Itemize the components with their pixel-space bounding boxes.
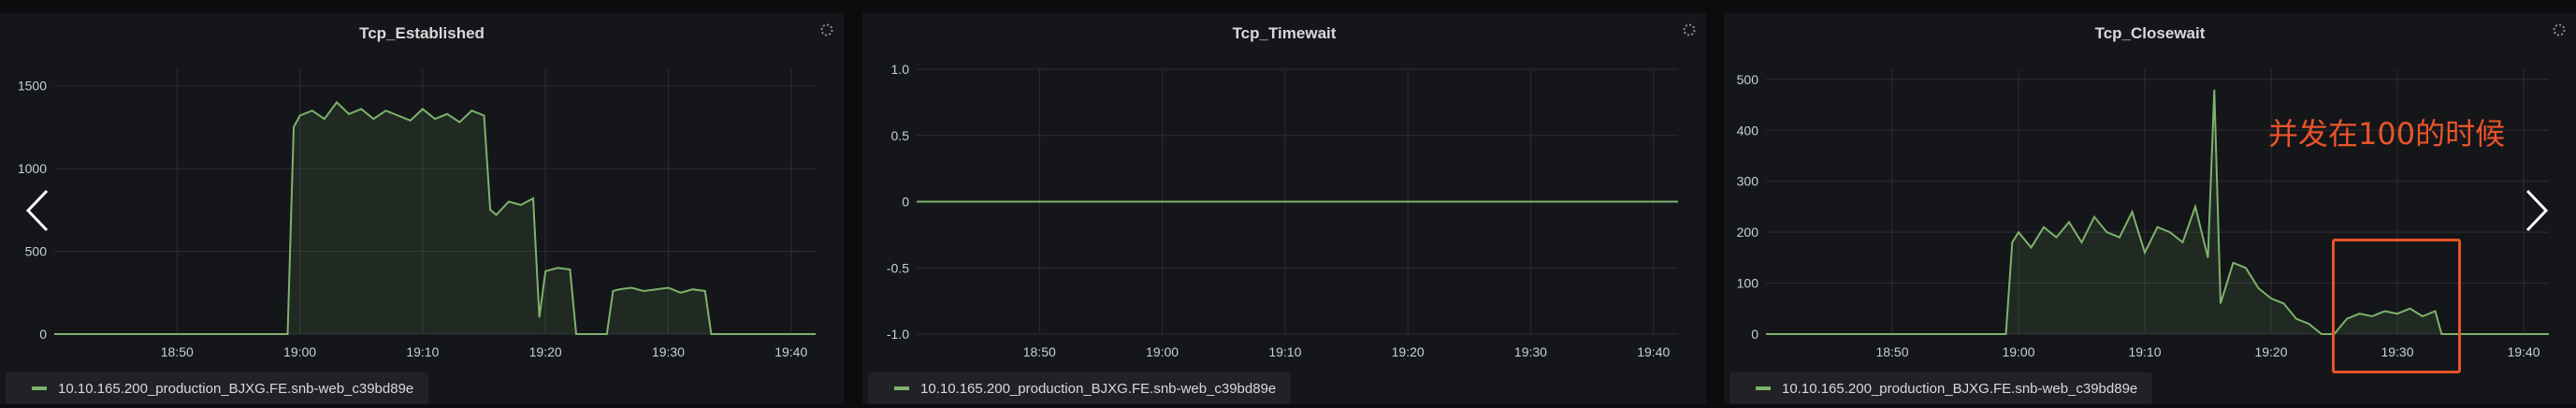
x-tick-label: 19:10 [2128, 344, 2161, 359]
x-tick-label: 19:40 [774, 344, 807, 359]
x-tick-label: 19:20 [1392, 344, 1425, 359]
x-tick-label: 19:30 [652, 344, 685, 359]
x-tick-label: 19:00 [283, 344, 316, 359]
x-tick-label: 19:10 [1268, 344, 1301, 359]
next-arrow-icon[interactable] [2520, 187, 2554, 234]
y-tick-label: 0 [1751, 327, 1758, 342]
x-tick-label: 19:10 [406, 344, 439, 359]
x-tick-label: 19:20 [2254, 344, 2287, 359]
legend-label: 10.10.165.200_production_BJXG.FE.snb-web… [58, 380, 414, 397]
legend-label: 10.10.165.200_production_BJXG.FE.snb-web… [1782, 380, 2138, 397]
y-tick-label: 500 [1737, 72, 1759, 87]
legend-item[interactable]: 10.10.165.200_production_BJXG.FE.snb-web… [6, 372, 429, 404]
y-tick-label: 1000 [18, 161, 47, 176]
annotation-text: 并发在100的时候 [2268, 116, 2506, 152]
legend-item[interactable]: 10.10.165.200_production_BJXG.FE.snb-web… [868, 372, 1292, 404]
x-tick-label: 19:30 [1514, 344, 1547, 359]
y-tick-label: 100 [1737, 276, 1759, 291]
panel-tcp-established: 0 500 1000 1500 18:50 19:00 19:10 19:20 19:30 19:… [0, 13, 844, 404]
legend-color-swatch [1756, 386, 1771, 390]
loading-spinner-icon [820, 23, 833, 36]
x-tick-label: 19:00 [2002, 344, 2034, 359]
legend-color-swatch [32, 386, 47, 390]
x-tick-label: 19:00 [1146, 344, 1179, 359]
y-tick-label: 0 [39, 327, 47, 342]
x-tick-label: 18:50 [1875, 344, 1908, 359]
x-tick-label: 19:40 [1637, 344, 1670, 359]
y-tick-label: 200 [1737, 225, 1759, 240]
y-tick-label: -1.0 [887, 327, 909, 342]
chart-tcp-established: 0 500 1000 1500 18:50 19:00 19:10 19:20 19:30 19:… [18, 69, 816, 359]
loading-spinner-icon [1683, 23, 1696, 36]
legend-label: 10.10.165.200_production_BJXG.FE.snb-web… [920, 380, 1277, 397]
legend-item[interactable]: 10.10.165.200_production_BJXG.FE.snb-web… [1729, 372, 2153, 404]
y-tick-label: 1.0 [891, 62, 910, 77]
panel-title[interactable]: Tcp_Established [0, 24, 844, 43]
legend-color-swatch [894, 386, 909, 390]
y-tick-label: 0 [902, 195, 909, 210]
x-tick-label: 18:50 [1023, 344, 1056, 359]
x-tick-label: 18:50 [161, 344, 194, 359]
series-area [54, 102, 816, 335]
y-tick-label: 400 [1737, 123, 1759, 138]
chart-tcp-timewait: 1.0 0.5 0 -0.5 -1.0 18:50 19:00 19:10 19:20 19:30… [887, 62, 1678, 359]
loading-spinner-icon [2553, 23, 2566, 36]
panel-tcp-timewait: 1.0 0.5 0 -0.5 -1.0 18:50 19:00 19:10 19:20 19:30… [862, 13, 1706, 404]
annotation-highlight-box [2332, 239, 2461, 373]
x-tick-label: 19:40 [2507, 344, 2540, 359]
y-tick-label: -0.5 [887, 260, 909, 275]
y-tick-label: 300 [1737, 174, 1759, 189]
panel-title[interactable]: Tcp_Timewait [862, 24, 1706, 43]
y-tick-label: 500 [25, 244, 48, 259]
y-tick-label: 0.5 [891, 128, 910, 143]
x-tick-label: 19:20 [529, 344, 562, 359]
panel-title[interactable]: Tcp_Closewait [1724, 24, 2576, 43]
previous-arrow-icon[interactable] [21, 187, 54, 234]
y-tick-label: 1500 [18, 79, 47, 94]
